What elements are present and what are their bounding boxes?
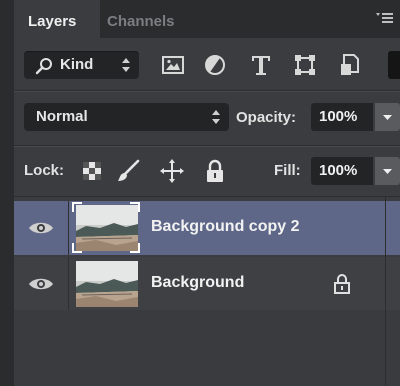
opacity-dropdown-button[interactable] — [375, 103, 400, 131]
chevron-updown-icon — [121, 56, 131, 79]
scrollbar-edge — [385, 196, 386, 386]
divider — [14, 146, 400, 147]
divider — [14, 196, 400, 197]
layers-list-empty-area — [14, 310, 400, 386]
lock-image-pixels-icon[interactable] — [116, 158, 140, 184]
filter-toggle-switch[interactable] — [388, 51, 400, 79]
layer-thumbnail — [76, 205, 138, 251]
divider — [14, 91, 400, 92]
eye-icon — [28, 220, 54, 241]
type-filter-icon[interactable] — [248, 52, 274, 78]
fill-dropdown-button[interactable] — [375, 157, 400, 185]
chevron-updown-icon — [211, 108, 221, 131]
blend-mode-select[interactable]: Normal — [24, 103, 229, 131]
layer-row[interactable]: Background copy 2 — [14, 201, 400, 255]
blend-mode-label: Normal — [36, 108, 88, 125]
panel-left-edge — [0, 0, 14, 386]
opacity-value: 100% — [319, 108, 358, 125]
image-filter-icon[interactable] — [160, 52, 186, 78]
eye-icon — [28, 276, 54, 297]
lock-all-icon[interactable] — [203, 158, 227, 184]
lock-icon — [332, 273, 352, 300]
layers-panel: Layers Channels Kind Normal Opacity: 100… — [0, 0, 400, 386]
shape-filter-icon[interactable] — [292, 52, 318, 78]
fill-label: Fill: — [274, 162, 301, 179]
panel-menu-icon[interactable] — [376, 10, 394, 28]
layer-name[interactable]: Background — [151, 274, 244, 292]
chevron-down-icon — [383, 115, 392, 120]
opacity-input[interactable]: 100% — [311, 103, 373, 131]
lock-transparent-pixels-icon[interactable] — [81, 158, 105, 184]
adjustment-filter-icon[interactable] — [202, 52, 228, 78]
tab-layers[interactable]: Layers — [14, 0, 100, 38]
filter-kind-select[interactable]: Kind — [24, 51, 139, 79]
visibility-toggle[interactable] — [14, 257, 69, 311]
layer-thumbnail — [76, 261, 138, 307]
opacity-label: Opacity: — [236, 109, 297, 126]
panel-tab-bar: Layers Channels — [0, 0, 400, 38]
smart-object-filter-icon[interactable] — [337, 52, 363, 78]
visibility-toggle[interactable] — [14, 201, 69, 255]
lock-position-icon[interactable] — [160, 158, 184, 184]
fill-input[interactable]: 100% — [311, 157, 373, 185]
chevron-down-icon — [383, 169, 392, 174]
tab-channels[interactable]: Channels — [107, 0, 175, 38]
filter-kind-label: Kind — [60, 56, 94, 73]
lock-label: Lock: — [24, 162, 65, 179]
search-icon — [34, 57, 54, 80]
layer-name[interactable]: Background copy 2 — [151, 218, 299, 236]
fill-value: 100% — [319, 162, 358, 179]
layer-row[interactable]: Background — [14, 257, 400, 311]
